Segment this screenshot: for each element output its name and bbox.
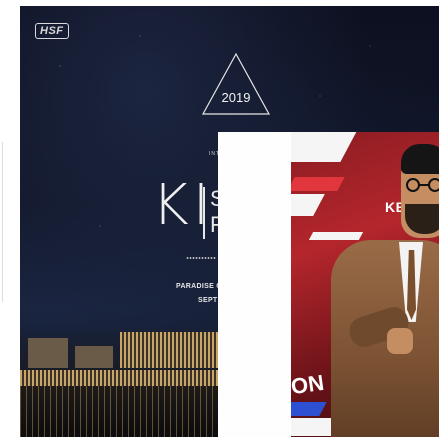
left-edge-line bbox=[2, 142, 3, 302]
hair bbox=[401, 144, 439, 174]
title-divider bbox=[203, 187, 205, 239]
building bbox=[75, 346, 113, 368]
person-photo: KB ON bbox=[291, 132, 439, 437]
dotted-divider bbox=[186, 257, 216, 259]
white-overlay-panel bbox=[218, 132, 291, 437]
building bbox=[20, 370, 220, 386]
thumbs-up-hand bbox=[387, 328, 413, 354]
poster-venue: PARADISE C bbox=[176, 283, 222, 290]
glasses-icon bbox=[406, 178, 439, 192]
triangle-emblem-icon bbox=[201, 52, 271, 115]
backdrop-text-bottom: ON bbox=[291, 369, 326, 400]
brand-logo: HSF bbox=[35, 23, 69, 39]
poster-date: SEPT bbox=[198, 297, 218, 304]
backdrop-stripe bbox=[291, 402, 327, 416]
building bbox=[120, 332, 220, 368]
backdrop-stripe bbox=[308, 232, 364, 240]
backdrop-stripe bbox=[291, 194, 325, 216]
left-margin bbox=[0, 0, 20, 437]
poster-year: 2019 bbox=[221, 90, 251, 105]
backdrop-stripe bbox=[291, 132, 362, 162]
building bbox=[28, 338, 68, 368]
backdrop-stripe bbox=[291, 177, 345, 191]
